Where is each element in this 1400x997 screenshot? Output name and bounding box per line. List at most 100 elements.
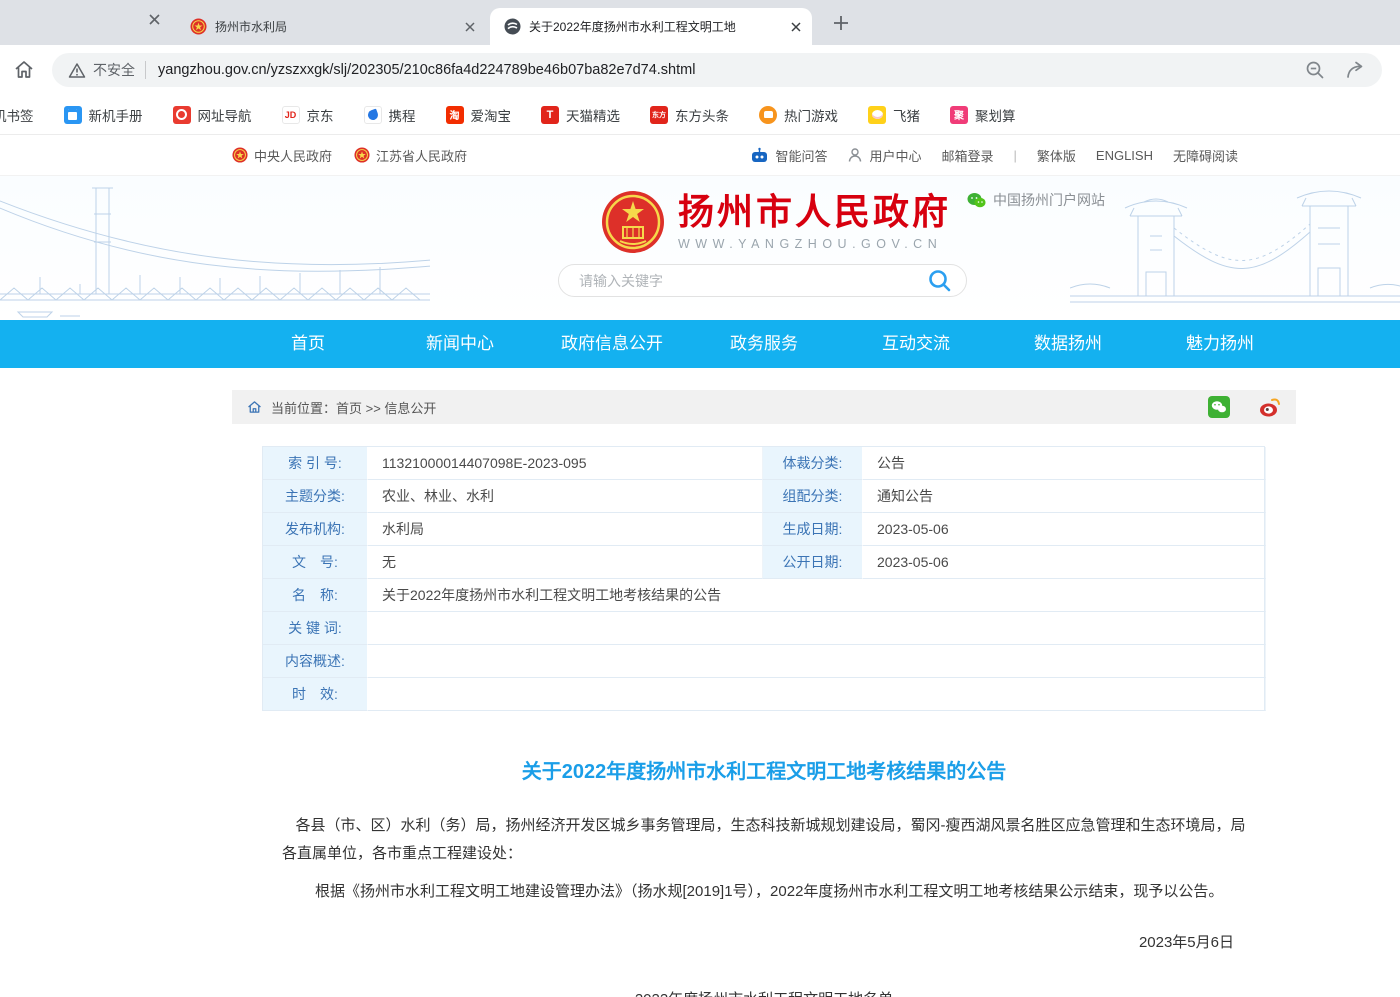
bookmark-phone[interactable]: 机书签: [0, 105, 34, 125]
meta-value: 农业、林业、水利: [368, 480, 763, 513]
bookmark-jd[interactable]: JD 京东: [282, 105, 334, 125]
nav-services[interactable]: 政务服务: [688, 320, 840, 368]
meta-label: 名 称:: [263, 579, 368, 612]
breadcrumb-prefix: 当前位置：: [271, 398, 336, 417]
banner-artwork-right: [1070, 176, 1400, 320]
bookmark-ctrip[interactable]: 携程: [364, 105, 416, 125]
mail-login-link[interactable]: 邮箱登录: [941, 146, 993, 165]
url-text: yangzhou.gov.cn/yzszxxgk/slj/202305/210c…: [158, 62, 695, 78]
meta-label: 索 引 号:: [263, 447, 368, 480]
site-name: 扬州市人民政府: [678, 193, 951, 233]
table-row: 内容概述:: [263, 645, 1264, 678]
meta-value: 通知公告: [863, 480, 1266, 513]
nav-interaction[interactable]: 互动交流: [840, 320, 992, 368]
taobao-icon: 淘: [446, 106, 464, 124]
user-icon: [847, 147, 863, 163]
meta-value: 关于2022年度扬州市水利工程文明工地考核结果的公告: [368, 579, 1266, 612]
gov-emblem-icon: [232, 147, 248, 163]
meta-value: [368, 678, 1266, 711]
bookmark-fliggy[interactable]: 飞猪: [868, 105, 920, 125]
site-url: WWW.YANGZHOU.GOV.CN: [678, 237, 951, 251]
bookmarks-bar: 机书签 新机手册 网址导航 JD 京东 携程 淘 爱淘宝 T 天猫精选 东方 东…: [0, 95, 1400, 135]
table-row: 名 称: 关于2022年度扬州市水利工程文明工地考核结果的公告: [263, 579, 1264, 612]
weibo-icon: [1258, 396, 1282, 418]
english-link[interactable]: ENGLISH: [1096, 148, 1153, 163]
meta-label: 生成日期:: [763, 513, 863, 546]
article: 关于2022年度扬州市水利工程文明工地考核结果的公告 各县（市、区）水利（务）局…: [232, 755, 1296, 997]
link-central-gov[interactable]: 中央人民政府: [232, 146, 332, 165]
wechat-icon: [1208, 396, 1230, 418]
tmall-icon: T: [541, 106, 559, 124]
site-logo-icon: [504, 18, 521, 35]
metadata-table: 索 引 号: 11321000014407098E-2023-095 体裁分类:…: [262, 446, 1265, 711]
wechat-icon: [967, 192, 986, 209]
meta-value: 2023-05-06: [863, 513, 1266, 546]
smart-qa-link[interactable]: 智能问答: [750, 146, 827, 165]
national-emblem-icon: [600, 189, 666, 255]
bookmark-manual[interactable]: 新机手册: [64, 105, 143, 125]
meta-value: 水利局: [368, 513, 763, 546]
user-center-link[interactable]: 用户中心: [847, 146, 921, 165]
nav-news[interactable]: 新闻中心: [384, 320, 536, 368]
table-row: 时 效:: [263, 678, 1264, 711]
accessibility-link[interactable]: 无障碍阅读: [1173, 146, 1238, 165]
utility-bar: 中央人民政府 江苏省人民政府: [0, 135, 1400, 175]
share-weibo-button[interactable]: [1258, 396, 1282, 418]
share-icon[interactable]: [1344, 59, 1368, 81]
game-icon: [759, 106, 777, 124]
bookmark-juhuasuan[interactable]: 聚 聚划算: [950, 105, 1016, 125]
nav-info-disclosure[interactable]: 政府信息公开: [536, 320, 688, 368]
robot-icon: [750, 147, 769, 164]
divider: |: [1014, 148, 1017, 163]
meta-label: 体裁分类:: [763, 447, 863, 480]
meta-value: 公告: [863, 447, 1266, 480]
article-title: 关于2022年度扬州市水利工程文明工地考核结果的公告: [282, 755, 1246, 784]
nav-home[interactable]: 首页: [232, 320, 384, 368]
bookmark-taobao[interactable]: 淘 爱淘宝: [446, 105, 512, 125]
link-jiangsu-gov[interactable]: 江苏省人民政府: [354, 146, 467, 165]
tab-announcement-active[interactable]: 关于2022年度扬州市水利工程文明工地: [490, 8, 812, 45]
close-icon[interactable]: [790, 21, 802, 33]
bookmark-nav-site[interactable]: 网址导航: [173, 105, 252, 125]
close-icon[interactable]: [464, 21, 476, 33]
portal-link[interactable]: 中国扬州门户网站: [967, 190, 1105, 210]
warning-icon[interactable]: [68, 62, 86, 79]
meta-label: 组配分类:: [763, 480, 863, 513]
portal-label: 中国扬州门户网站: [993, 190, 1105, 210]
traditional-link[interactable]: 繁体版: [1037, 146, 1076, 165]
site-banner: 扬州市人民政府 WWW.YANGZHOU.GOV.CN 中国扬州门户网站: [0, 175, 1400, 320]
article-paragraph: 根据《扬州市水利工程文明工地建设管理办法》（扬水规[2019]1号），2022年…: [282, 878, 1246, 906]
zoom-out-icon[interactable]: [1304, 59, 1326, 81]
search-input[interactable]: [559, 273, 927, 289]
address-bar[interactable]: 不安全 yangzhou.gov.cn/yzszxxgk/slj/202305/…: [52, 53, 1382, 87]
tab-shuiliju[interactable]: 扬州市水利局: [176, 8, 486, 45]
bookmark-tmall[interactable]: T 天猫精选: [541, 105, 620, 125]
jd-icon: JD: [282, 106, 300, 124]
close-icon[interactable]: [148, 13, 161, 26]
bookmark-games[interactable]: 热门游戏: [759, 105, 838, 125]
meta-label: 文 号:: [263, 546, 368, 579]
nav-data[interactable]: 数据扬州: [992, 320, 1144, 368]
gov-emblem-icon: [190, 18, 207, 35]
security-label: 不安全: [93, 60, 135, 80]
home-icon: [246, 399, 263, 415]
breadcrumb-path[interactable]: 首页 >> 信息公开: [336, 398, 436, 417]
home-icon[interactable]: [12, 58, 36, 82]
meta-value: 11321000014407098E-2023-095: [368, 447, 763, 480]
tab-bar: 扬州市水利局 关于2022年度扬州市水利工程文明工地: [0, 0, 1400, 45]
bookmark-dongfang[interactable]: 东方 东方头条: [650, 105, 729, 125]
article-date: 2023年5月6日: [282, 931, 1246, 952]
page-content: 中央人民政府 江苏省人民政府: [0, 135, 1400, 997]
meta-value: 无: [368, 546, 763, 579]
nav-charm[interactable]: 魅力扬州: [1144, 320, 1296, 368]
compass-icon: [173, 106, 191, 124]
meta-label: 时 效:: [263, 678, 368, 711]
meta-label: 关 键 词:: [263, 612, 368, 645]
share-wechat-button[interactable]: [1208, 396, 1230, 418]
new-tab-button[interactable]: [830, 12, 852, 34]
browser-window: 扬州市水利局 关于2022年度扬州市水利工程文明工地: [0, 0, 1400, 997]
table-row: 关 键 词:: [263, 612, 1264, 645]
site-logo[interactable]: 扬州市人民政府 WWW.YANGZHOU.GOV.CN: [600, 189, 951, 255]
search-button[interactable]: [927, 268, 953, 294]
article-paragraph: 各县（市、区）水利（务）局，扬州经济开发区城乡事务管理局，生态科技新城规划建设局…: [282, 812, 1246, 868]
